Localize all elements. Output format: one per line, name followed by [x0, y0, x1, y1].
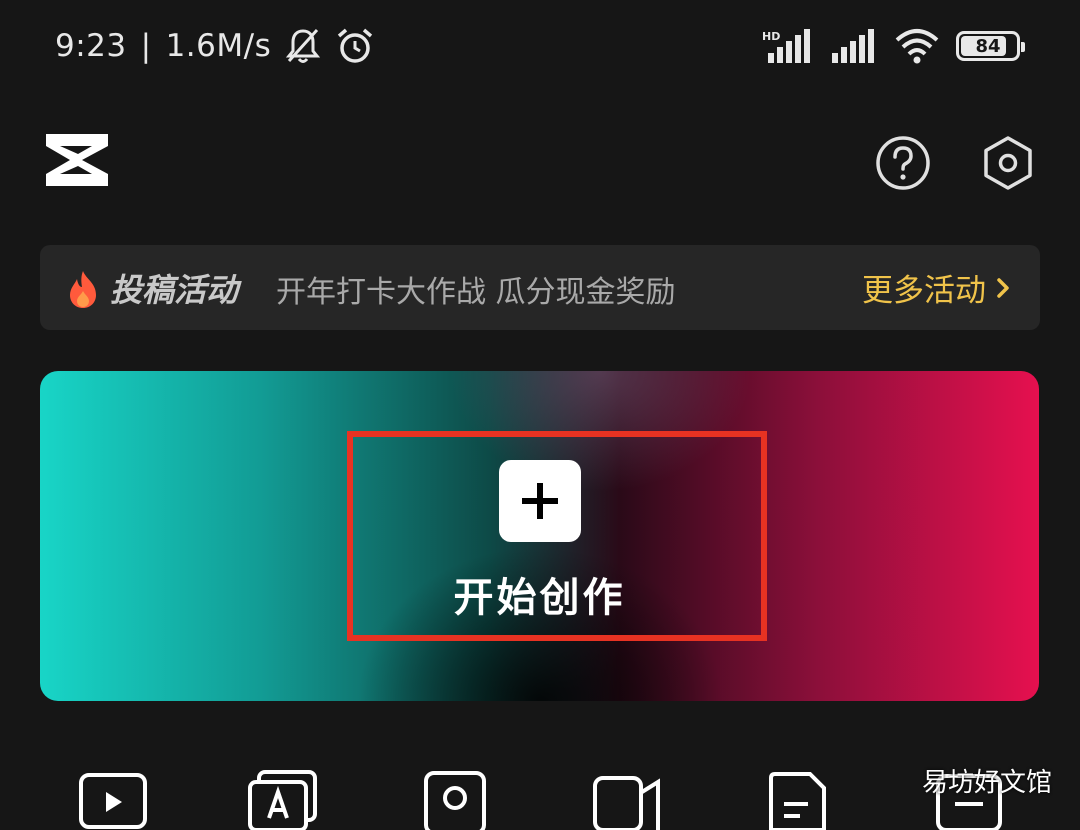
video-play-icon[interactable] — [78, 770, 148, 830]
status-bar: 9:23 | 1.6M/s HD 84 — [0, 0, 1080, 95]
video-camera-icon[interactable] — [592, 770, 662, 830]
chevron-right-icon — [997, 277, 1009, 298]
more-activities-label: 更多活动 — [862, 273, 986, 309]
document-icon[interactable] — [766, 770, 836, 830]
activity-banner[interactable]: 投稿活动 开年打卡大作战 瓜分现金奖励 更多活动 — [40, 245, 1040, 330]
signal-hd-icon: HD — [762, 29, 810, 63]
status-right: HD 84 — [762, 28, 1025, 64]
start-creation-card[interactable]: 开始创作 — [40, 371, 1039, 701]
status-time: 9:23 — [55, 28, 127, 64]
settings-icon[interactable] — [980, 135, 1036, 191]
activity-description: 开年打卡大作战 瓜分现金奖励 — [276, 275, 676, 310]
watermark: 易坊好文馆 — [921, 768, 1052, 798]
alarm-icon — [338, 28, 373, 63]
capcut-logo — [46, 134, 108, 186]
battery-icon: 84 — [956, 31, 1025, 61]
bell-off-icon — [286, 28, 321, 63]
status-separator: | — [140, 28, 152, 64]
activity-title: 投稿活动 — [110, 271, 239, 309]
text-template-icon[interactable] — [247, 770, 317, 830]
wifi-icon — [895, 29, 939, 64]
plus-icon — [522, 483, 558, 519]
battery-level: 84 — [975, 35, 1001, 57]
help-icon[interactable] — [875, 135, 931, 191]
signal-hd-label: HD — [762, 30, 780, 43]
new-project-button[interactable] — [499, 460, 581, 542]
camera-icon[interactable] — [420, 770, 490, 830]
more-activities-link[interactable]: 更多活动 — [862, 265, 1010, 310]
flame-icon — [70, 271, 96, 308]
network-speed: 1.6M/s — [165, 28, 272, 64]
start-creation-label: 开始创作 — [453, 575, 626, 621]
signal-icon — [832, 29, 874, 63]
status-left: 9:23 | 1.6M/s — [55, 26, 375, 66]
